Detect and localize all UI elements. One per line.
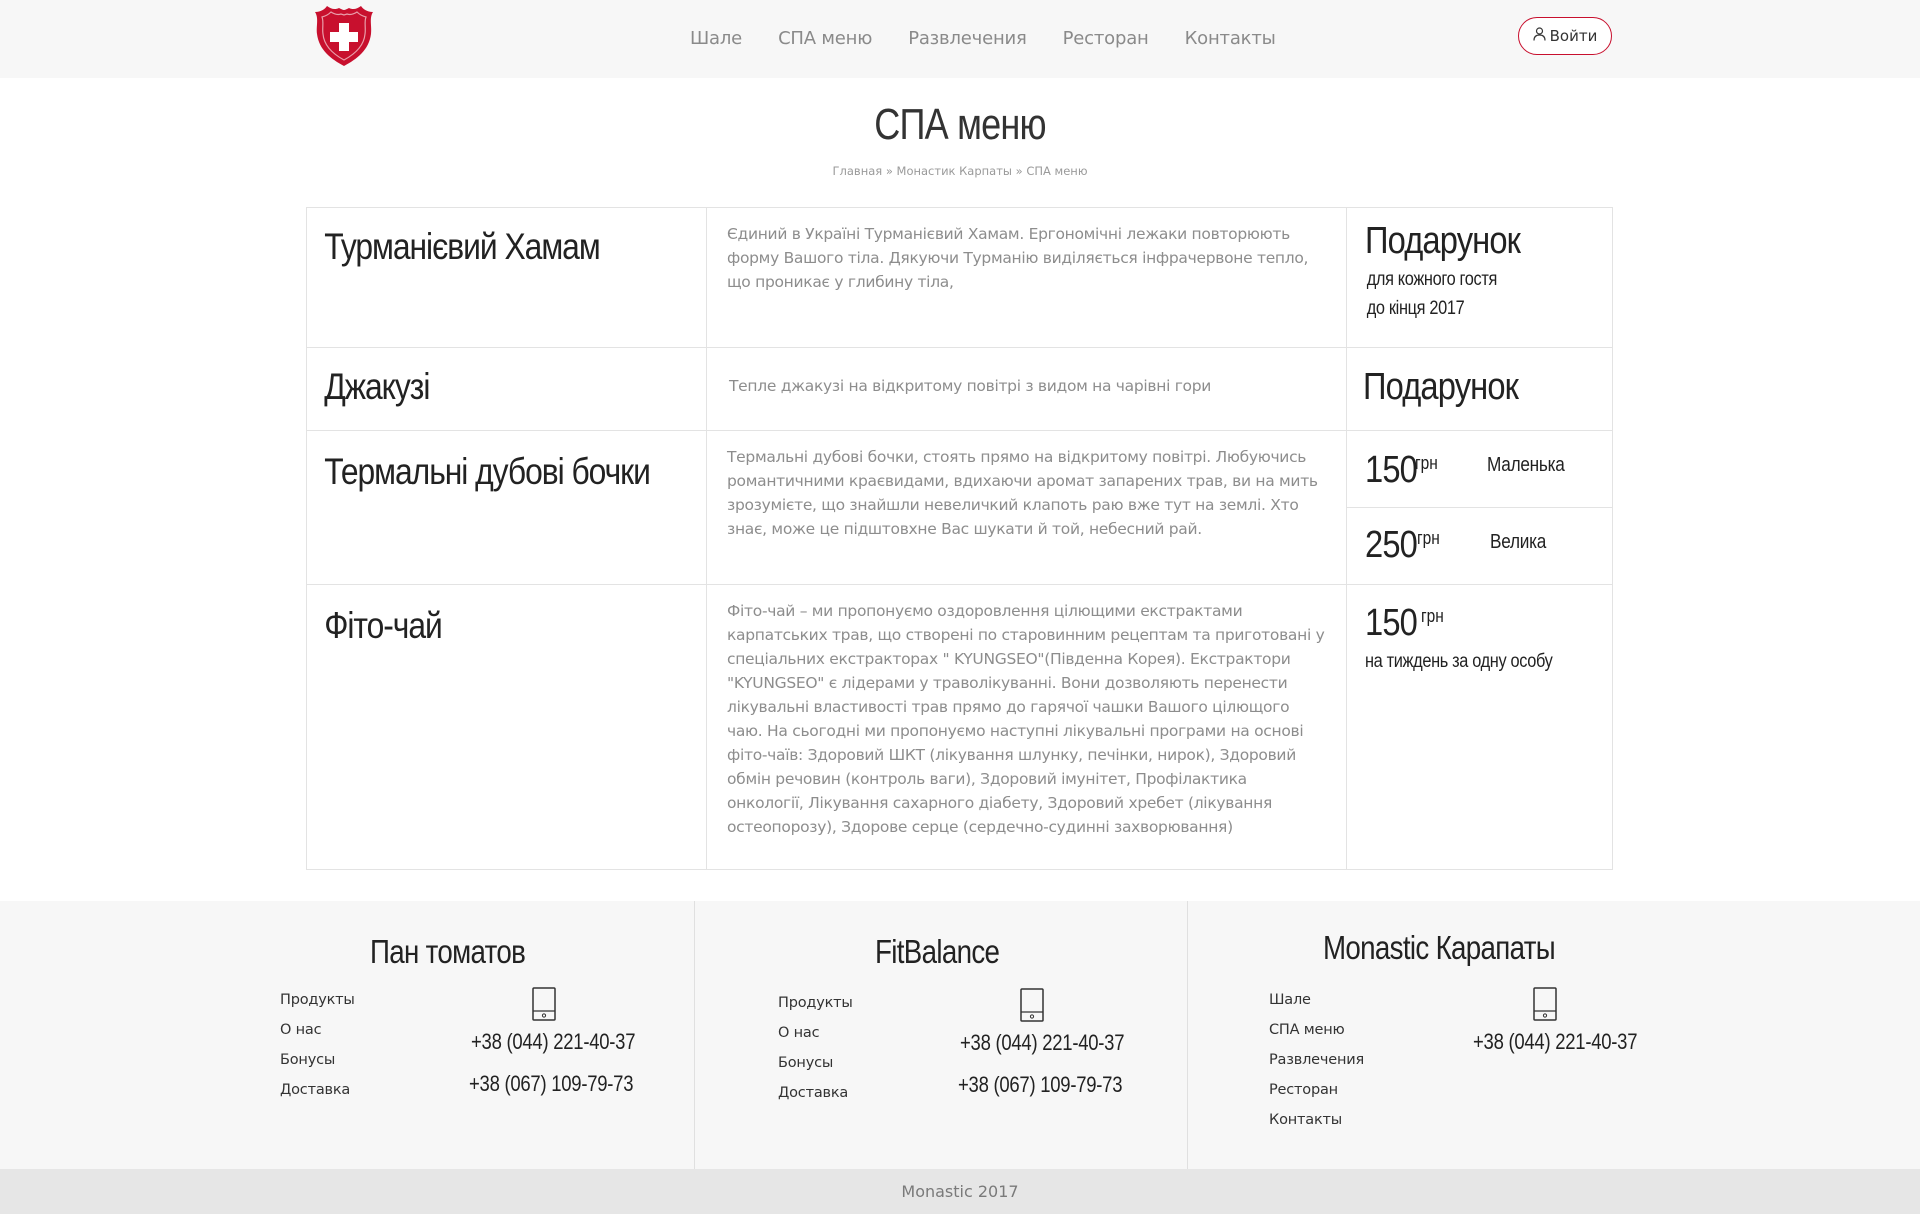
site-header: Шале СПА меню Развлечения Ресторан Конта…	[0, 0, 1920, 78]
footer-link[interactable]: Продукты	[778, 988, 853, 1018]
footer-column-pan-tomatov: Пан томатов Продукты О нас Бонусы Достав…	[0, 901, 694, 1169]
spa-menu-table: Турманієвий Хамам Єдиний в Україні Турма…	[306, 207, 1613, 870]
logo-shield-icon[interactable]	[313, 4, 375, 68]
service-description: Єдиний в Україні Турманієвий Хамам. Ерго…	[727, 225, 1309, 291]
footer-column-monastic: Monastic Карапаты Шале СПА меню Развлече…	[1188, 901, 1920, 1169]
service-name-cell: Турманієвий Хамам	[306, 207, 707, 348]
option-label: Маленька	[1487, 454, 1565, 476]
service-description: Фіто-чай – ми пропонуємо оздоровлення ці…	[727, 602, 1325, 836]
service-description-cell: Єдиний в Україні Турманієвий Хамам. Ерго…	[706, 207, 1347, 348]
price-title: Подарунок	[1365, 220, 1521, 262]
login-label: Войти	[1549, 27, 1598, 45]
footer-link[interactable]: О нас	[280, 1015, 355, 1045]
price-currency: грн	[1417, 528, 1440, 548]
table-row: Джакузі Тепле джакузі на відкритому пові…	[306, 347, 1613, 431]
login-button[interactable]: Войти	[1518, 17, 1612, 55]
footer-link[interactable]: Бонусы	[778, 1048, 853, 1078]
service-name-cell: Джакузі	[306, 347, 707, 431]
phone-number[interactable]: +38 (067) 109-79-73	[958, 1072, 1122, 1098]
footer-title: Monastic Карапаты	[1323, 929, 1556, 966]
footer-link[interactable]: Контакты	[1269, 1105, 1364, 1135]
nav-item-restaurant[interactable]: Ресторан	[1063, 28, 1149, 49]
phone-number[interactable]: +38 (044) 221-40-37	[1473, 1029, 1637, 1055]
footer-column-fitbalance: FitBalance Продукты О нас Бонусы Доставк…	[695, 901, 1187, 1169]
footer-link[interactable]: Продукты	[280, 985, 355, 1015]
phone-icon	[1020, 988, 1044, 1022]
price-value: 150	[1365, 449, 1418, 491]
service-price-cell: Подарунок	[1346, 347, 1613, 431]
site-footer: Пан томатов Продукты О нас Бонусы Достав…	[0, 901, 1920, 1169]
price-currency: грн	[1421, 606, 1444, 626]
price-option-large: 250 грн Велика	[1347, 508, 1612, 584]
footer-link[interactable]: Шале	[1269, 985, 1364, 1015]
service-name: Джакузі	[324, 366, 430, 407]
service-price-cell: 150 грн на тиждень за одну особу	[1346, 584, 1613, 870]
footer-link[interactable]: Доставка	[778, 1078, 853, 1108]
price-note: до кінця 2017	[1366, 298, 1465, 319]
service-description-cell: Фіто-чай – ми пропонуємо оздоровлення ці…	[706, 584, 1347, 870]
footer-link[interactable]: Бонусы	[280, 1045, 355, 1075]
table-row: Турманієвий Хамам Єдиний в Україні Турма…	[306, 207, 1613, 348]
breadcrumb[interactable]: Главная » Монастик Карпаты » СПА меню	[0, 164, 1920, 178]
page-title: СПА меню	[874, 100, 1046, 149]
table-row: Фіто-чай Фіто-чай – ми пропонуємо оздоро…	[306, 584, 1613, 870]
table-row: Термальні дубові бочки Термальні дубові …	[306, 430, 1613, 585]
phone-icon	[532, 987, 556, 1021]
footer-links: Продукты О нас Бонусы Доставка	[280, 985, 355, 1105]
service-price-cell: Подарунок для кожного гостя до кінця 201…	[1346, 207, 1613, 348]
phone-number[interactable]: +38 (044) 221-40-37	[471, 1029, 635, 1055]
price-title: Подарунок	[1363, 366, 1519, 408]
service-description: Термальні дубові бочки, стоять прямо на …	[727, 448, 1318, 538]
price-value: 150	[1365, 602, 1418, 644]
main-nav: Шале СПА меню Развлечения Ресторан Конта…	[690, 28, 1312, 49]
service-description-cell: Тепле джакузі на відкритому повітрі з ви…	[706, 347, 1347, 431]
footer-link[interactable]: Ресторан	[1269, 1075, 1364, 1105]
service-description: Тепле джакузі на відкритому повітрі з ви…	[729, 377, 1212, 395]
footer-title: Пан томатов	[370, 933, 526, 970]
nav-item-entertainment[interactable]: Развлечения	[908, 28, 1027, 49]
footer-links: Продукты О нас Бонусы Доставка	[778, 988, 853, 1108]
price-note: для кожного гостя	[1366, 269, 1498, 290]
service-name: Турманієвий Хамам	[324, 226, 601, 267]
nav-item-chalet[interactable]: Шале	[690, 28, 742, 49]
nav-item-contacts[interactable]: Контакты	[1185, 28, 1276, 49]
service-price-cell: 150 грн Маленька 250 грн Велика	[1346, 430, 1613, 585]
phone-icon	[1533, 987, 1557, 1021]
service-name: Фіто-чай	[324, 605, 443, 646]
price-note: на тиждень за одну особу	[1365, 651, 1553, 672]
footer-link[interactable]: Развлечения	[1269, 1045, 1364, 1075]
copyright: Monastic 2017	[0, 1169, 1920, 1214]
service-name-cell: Термальні дубові бочки	[306, 430, 707, 585]
footer-link[interactable]: О нас	[778, 1018, 853, 1048]
phone-number[interactable]: +38 (067) 109-79-73	[469, 1071, 633, 1097]
price-currency: грн	[1415, 453, 1438, 473]
option-label: Велика	[1490, 531, 1547, 553]
user-icon	[1533, 27, 1546, 45]
phone-number[interactable]: +38 (044) 221-40-37	[960, 1030, 1124, 1056]
price-option-small: 150 грн Маленька	[1347, 431, 1612, 508]
service-name: Термальні дубові бочки	[324, 451, 651, 492]
footer-title: FitBalance	[875, 933, 1000, 970]
footer-link[interactable]: СПА меню	[1269, 1015, 1364, 1045]
footer-link[interactable]: Доставка	[280, 1075, 355, 1105]
service-name-cell: Фіто-чай	[306, 584, 707, 870]
footer-links: Шале СПА меню Развлечения Ресторан Конта…	[1269, 985, 1364, 1135]
service-description-cell: Термальні дубові бочки, стоять прямо на …	[706, 430, 1347, 585]
nav-item-spa-menu[interactable]: СПА меню	[778, 28, 872, 49]
price-value: 250	[1365, 524, 1418, 566]
